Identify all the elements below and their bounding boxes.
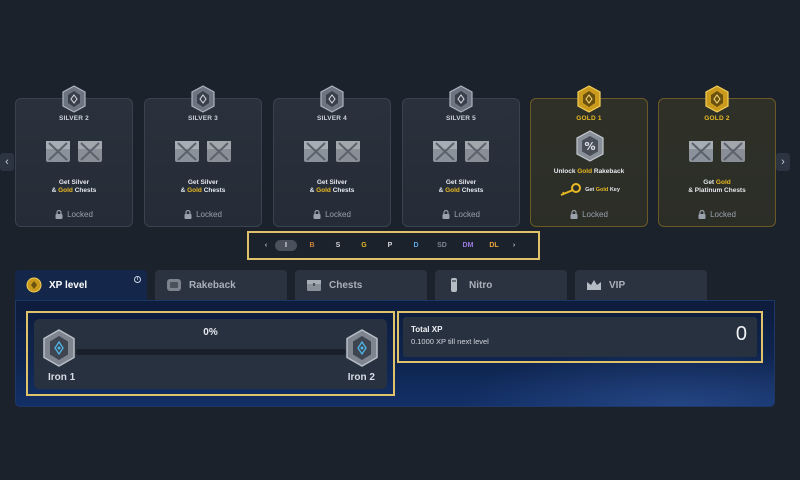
chest-icon xyxy=(307,280,321,291)
card-title: GOLD 1 xyxy=(576,115,602,122)
total-xp-title: Total XP xyxy=(411,325,443,334)
gold-chest-icon xyxy=(78,141,102,162)
card-description: Get Silver & Gold Chests xyxy=(51,179,97,194)
tab-nitro[interactable]: Nitro xyxy=(435,270,567,300)
card-title: GOLD 2 xyxy=(704,115,730,122)
lock-icon xyxy=(570,210,578,219)
lock-icon xyxy=(55,210,63,219)
gold-key-icon xyxy=(560,183,582,196)
pager-tier-platinum[interactable]: P xyxy=(377,242,403,249)
reward-card-silver-5[interactable]: SILVER 5 Get Silver & Gold Chests Locked xyxy=(402,85,520,227)
pager-tier-dl[interactable]: DL xyxy=(481,242,507,249)
pager-tier-dm[interactable]: DM xyxy=(455,242,481,249)
chest-pair xyxy=(145,137,261,165)
tab-rakeback[interactable]: Rakeback xyxy=(155,270,287,300)
total-xp-card: Total XP 0.1000 XP till next level 0 xyxy=(397,311,763,363)
locked-status: Locked xyxy=(145,210,261,219)
tab-vip[interactable]: VIP xyxy=(575,270,707,300)
lock-icon xyxy=(313,210,321,219)
pager-tier-sd[interactable]: SD xyxy=(429,242,455,249)
locked-status: Locked xyxy=(16,210,132,219)
card-description: Get Gold & Platinum Chests xyxy=(688,179,746,194)
percent-badge-icon: % xyxy=(576,130,604,162)
reward-cards: SILVER 2 Get Silver & Gold Chests Locked… xyxy=(15,85,776,227)
xp-till-next-level: 0.1000 XP till next level xyxy=(411,337,489,346)
lock-icon xyxy=(442,210,450,219)
card-title: SILVER 3 xyxy=(187,115,218,122)
pager-prev-button[interactable]: ‹ xyxy=(259,242,273,249)
card-title: SILVER 5 xyxy=(445,115,476,122)
chest-pair xyxy=(274,137,390,165)
pager-tier-diamond[interactable]: D xyxy=(403,242,429,249)
reward-card-gold-1[interactable]: GOLD 1 % Unlock Gold Rakeback Get Gold K… xyxy=(530,85,648,227)
locked-status: Locked xyxy=(531,210,647,219)
info-icon[interactable]: i xyxy=(134,276,141,283)
reward-card-silver-4[interactable]: SILVER 4 Get Silver & Gold Chests Locked xyxy=(273,85,391,227)
svg-text:%: % xyxy=(584,140,595,153)
gold-badge-icon xyxy=(705,85,729,113)
lock-icon xyxy=(184,210,192,219)
cards-prev-arrow[interactable]: ‹ xyxy=(0,153,14,171)
silver-badge-icon xyxy=(449,85,473,113)
card-title: SILVER 4 xyxy=(316,115,347,122)
crown-icon xyxy=(587,280,601,290)
tier-pager: ‹ I B S G P D SD DM DL › xyxy=(247,231,540,260)
pager-tier-silver[interactable]: S xyxy=(325,242,351,249)
silver-chest-icon xyxy=(304,141,328,162)
card-description: Get Silver & Gold Chests xyxy=(309,179,355,194)
pager-next-button[interactable]: › xyxy=(507,242,521,249)
card-description: Get Silver & Gold Chests xyxy=(180,179,226,194)
iron-rank-badge-icon xyxy=(43,329,75,367)
total-xp-value: 0 xyxy=(735,323,747,345)
level-progress-card: 0% Iron 1 Iron 2 xyxy=(26,311,395,396)
gold-chest-icon xyxy=(207,141,231,162)
progress-percent: 0% xyxy=(203,327,218,338)
rewards-tabs: XP level i Rakeback Chests Nitro VIP xyxy=(15,270,775,300)
unlock-rakeback-text: Unlock Gold Rakeback xyxy=(553,168,625,175)
pager-tier-iron[interactable]: I xyxy=(275,240,297,251)
current-rank-label: Iron 1 xyxy=(48,372,76,383)
reward-card-gold-2[interactable]: GOLD 2 Get Gold & Platinum Chests Locked xyxy=(658,85,776,227)
pager-tier-gold[interactable]: G xyxy=(351,242,377,249)
silver-badge-icon xyxy=(62,85,86,113)
silver-chest-icon xyxy=(433,141,457,162)
reward-card-silver-2[interactable]: SILVER 2 Get Silver & Gold Chests Locked xyxy=(15,85,133,227)
next-rank-label: Iron 2 xyxy=(347,372,375,383)
gold-key-reward: Get Gold Key xyxy=(531,183,647,197)
tab-chests[interactable]: Chests xyxy=(295,270,427,300)
locked-status: Locked xyxy=(659,210,775,219)
xp-medal-icon xyxy=(26,277,42,293)
gold-chest-icon xyxy=(465,141,489,162)
silver-badge-icon xyxy=(191,85,215,113)
locked-status: Locked xyxy=(403,210,519,219)
silver-chest-icon xyxy=(175,141,199,162)
cards-next-arrow[interactable]: › xyxy=(776,153,790,171)
rakeback-icon xyxy=(167,279,181,291)
card-title: SILVER 2 xyxy=(58,115,89,122)
lock-icon xyxy=(698,210,706,219)
platinum-chest-icon xyxy=(721,141,745,162)
nitro-icon xyxy=(451,278,457,292)
silver-chest-icon xyxy=(46,141,70,162)
gold-badge-icon xyxy=(577,85,601,113)
pager-tier-bronze[interactable]: B xyxy=(299,242,325,249)
card-description: Get Silver & Gold Chests xyxy=(438,179,484,194)
chest-pair xyxy=(16,137,132,165)
progress-bar xyxy=(76,349,346,355)
gold-chest-icon xyxy=(336,141,360,162)
chest-pair xyxy=(403,137,519,165)
gold-chest-icon xyxy=(689,141,713,162)
locked-status: Locked xyxy=(274,210,390,219)
tab-xp-level[interactable]: XP level i xyxy=(15,270,147,300)
silver-badge-icon xyxy=(320,85,344,113)
reward-card-silver-3[interactable]: SILVER 3 Get Silver & Gold Chests Locked xyxy=(144,85,262,227)
chest-pair xyxy=(659,137,775,165)
iron-rank-badge-icon xyxy=(346,329,378,367)
